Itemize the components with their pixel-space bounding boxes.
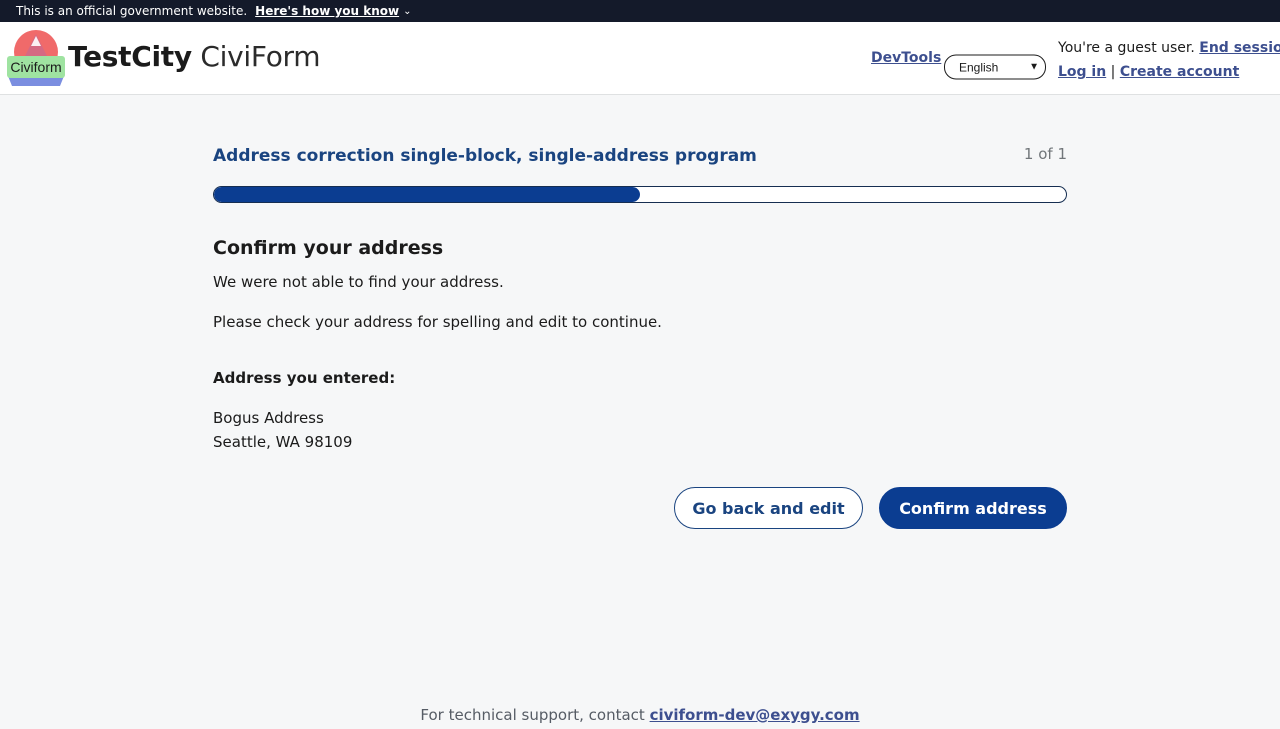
- address-entered-label: Address you entered:: [213, 369, 396, 387]
- user-info: You're a guest user. End session Log in …: [1058, 36, 1280, 84]
- language-selected-value: English: [959, 60, 999, 74]
- gov-banner-text: This is an official government website.: [16, 4, 248, 18]
- how-you-know-link[interactable]: Here's how you know: [255, 4, 399, 18]
- language-select[interactable]: English ▼: [944, 54, 1046, 80]
- create-account-link[interactable]: Create account: [1120, 64, 1239, 80]
- support-text: For technical support, contact: [420, 706, 645, 724]
- support-email-link[interactable]: civiform-dev@exygy.com: [650, 706, 860, 724]
- confirm-address-button[interactable]: Confirm address: [879, 487, 1067, 529]
- devtools-link[interactable]: DevTools: [871, 50, 941, 66]
- page-heading: Confirm your address: [213, 237, 444, 259]
- step-count: 1 of 1: [1023, 145, 1067, 163]
- brand-city: TestCity: [68, 40, 192, 73]
- logo-text: Civiform: [10, 59, 61, 75]
- progress-bar: [213, 186, 1067, 203]
- address-line-2: Seattle, WA 98109: [213, 433, 353, 451]
- end-session-link[interactable]: End session: [1199, 40, 1280, 56]
- program-title: Address correction single-block, single-…: [213, 146, 757, 166]
- brand-product: CiviForm: [200, 40, 321, 73]
- progress-bar-fill: [214, 187, 640, 202]
- login-link[interactable]: Log in: [1058, 64, 1106, 80]
- footer: For technical support, contact civiform-…: [0, 706, 1280, 724]
- not-found-message: We were not able to find your address.: [213, 273, 504, 291]
- civiform-logo[interactable]: Civiform: [6, 30, 66, 86]
- address-line-1: Bogus Address: [213, 409, 324, 427]
- site-title: TestCity CiviForm: [68, 40, 321, 73]
- guest-user-text: You're a guest user.: [1058, 40, 1195, 56]
- site-header: Civiform TestCity CiviForm DevTools Engl…: [0, 22, 1280, 95]
- check-spelling-message: Please check your address for spelling a…: [213, 313, 662, 331]
- chevron-down-icon: ▼: [1029, 61, 1039, 73]
- go-back-edit-button[interactable]: Go back and edit: [674, 487, 863, 529]
- chevron-down-icon[interactable]: ⌄: [403, 6, 411, 17]
- link-separator: |: [1110, 64, 1116, 80]
- gov-banner: This is an official government website. …: [0, 0, 1280, 22]
